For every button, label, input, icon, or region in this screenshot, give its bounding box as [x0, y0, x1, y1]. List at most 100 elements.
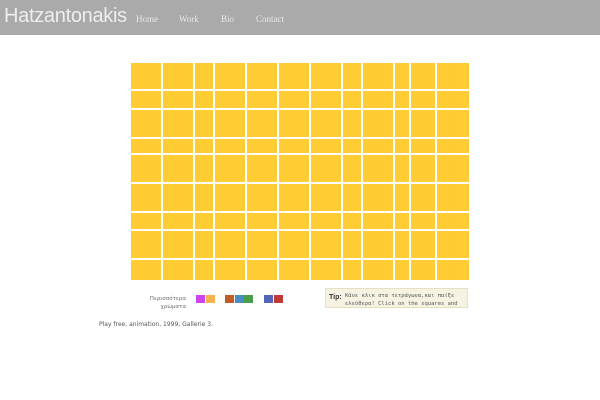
grid-square[interactable] [247, 260, 277, 280]
nav-bio-link[interactable]: Bio [221, 14, 234, 24]
grid-square[interactable] [247, 155, 277, 182]
grid-square[interactable] [247, 110, 277, 137]
grid-square[interactable] [395, 184, 409, 211]
grid-square[interactable] [215, 184, 245, 211]
grid-square[interactable] [247, 184, 277, 211]
grid-square[interactable] [411, 63, 435, 89]
grid-square[interactable] [131, 155, 161, 182]
grid-square[interactable] [411, 213, 435, 229]
grid-square[interactable] [195, 213, 213, 229]
grid-square[interactable] [395, 155, 409, 182]
grid-square[interactable] [131, 139, 161, 153]
grid-square[interactable] [311, 184, 341, 211]
grid-square[interactable] [247, 63, 277, 89]
grid-square[interactable] [363, 184, 393, 211]
grid-square[interactable] [411, 91, 435, 108]
grid-square[interactable] [163, 91, 193, 108]
grid-square[interactable] [131, 63, 161, 89]
grid-square[interactable] [163, 63, 193, 89]
grid-square[interactable] [311, 213, 341, 229]
grid-square[interactable] [343, 155, 361, 182]
grid-square[interactable] [131, 91, 161, 108]
grid-square[interactable] [411, 110, 435, 137]
grid-square[interactable] [395, 213, 409, 229]
grid-square[interactable] [195, 139, 213, 153]
grid-square[interactable] [215, 63, 245, 89]
grid-square[interactable] [311, 110, 341, 137]
grid-square[interactable] [279, 184, 309, 211]
color-swatch[interactable] [264, 295, 273, 303]
grid-square[interactable] [215, 231, 245, 258]
color-swatch[interactable] [196, 295, 205, 303]
grid-square[interactable] [437, 260, 469, 280]
grid-square[interactable] [343, 231, 361, 258]
grid-square[interactable] [279, 213, 309, 229]
grid-square[interactable] [437, 139, 469, 153]
grid-square[interactable] [279, 139, 309, 153]
grid-square[interactable] [363, 213, 393, 229]
grid-square[interactable] [311, 155, 341, 182]
color-swatch[interactable] [244, 295, 253, 303]
color-swatch[interactable] [206, 295, 215, 303]
grid-square[interactable] [247, 231, 277, 258]
grid-square[interactable] [247, 213, 277, 229]
grid-square[interactable] [279, 231, 309, 258]
grid-square[interactable] [343, 260, 361, 280]
grid-square[interactable] [395, 139, 409, 153]
grid-square[interactable] [343, 91, 361, 108]
grid-square[interactable] [131, 231, 161, 258]
grid-square[interactable] [437, 63, 469, 89]
grid-square[interactable] [195, 184, 213, 211]
grid-square[interactable] [395, 91, 409, 108]
grid-square[interactable] [363, 231, 393, 258]
grid-square[interactable] [247, 91, 277, 108]
grid-square[interactable] [215, 260, 245, 280]
grid-square[interactable] [163, 139, 193, 153]
grid-square[interactable] [395, 231, 409, 258]
grid-square[interactable] [279, 91, 309, 108]
grid-square[interactable] [215, 139, 245, 153]
color-swatch[interactable] [225, 295, 234, 303]
grid-square[interactable] [131, 213, 161, 229]
nav-contact-link[interactable]: Contact [256, 14, 284, 24]
grid-square[interactable] [163, 110, 193, 137]
grid-square[interactable] [395, 63, 409, 89]
grid-square[interactable] [343, 139, 361, 153]
grid-square[interactable] [437, 155, 469, 182]
grid-square[interactable] [195, 231, 213, 258]
grid-square[interactable] [411, 260, 435, 280]
grid-square[interactable] [163, 184, 193, 211]
grid-square[interactable] [395, 260, 409, 280]
grid-square[interactable] [131, 184, 161, 211]
grid-square[interactable] [195, 110, 213, 137]
grid-square[interactable] [363, 63, 393, 89]
grid-square[interactable] [163, 155, 193, 182]
grid-square[interactable] [311, 63, 341, 89]
grid-square[interactable] [163, 213, 193, 229]
color-swatch[interactable] [235, 295, 244, 303]
grid-square[interactable] [343, 110, 361, 137]
grid-square[interactable] [311, 91, 341, 108]
grid-square[interactable] [279, 63, 309, 89]
grid-square[interactable] [437, 231, 469, 258]
grid-square[interactable] [215, 155, 245, 182]
grid-square[interactable] [195, 91, 213, 108]
grid-square[interactable] [411, 184, 435, 211]
nav-home-link[interactable]: Home [136, 14, 158, 24]
grid-square[interactable] [343, 213, 361, 229]
site-brand-link[interactable]: Hatzantonakis [4, 5, 127, 28]
grid-square[interactable] [363, 110, 393, 137]
grid-square[interactable] [215, 110, 245, 137]
grid-square[interactable] [131, 110, 161, 137]
grid-square[interactable] [195, 260, 213, 280]
grid-square[interactable] [363, 139, 393, 153]
grid-square[interactable] [215, 91, 245, 108]
grid-square[interactable] [411, 155, 435, 182]
grid-square[interactable] [363, 260, 393, 280]
grid-square[interactable] [437, 213, 469, 229]
grid-square[interactable] [411, 139, 435, 153]
grid-square[interactable] [343, 63, 361, 89]
grid-square[interactable] [363, 155, 393, 182]
grid-square[interactable] [163, 231, 193, 258]
grid-square[interactable] [411, 231, 435, 258]
